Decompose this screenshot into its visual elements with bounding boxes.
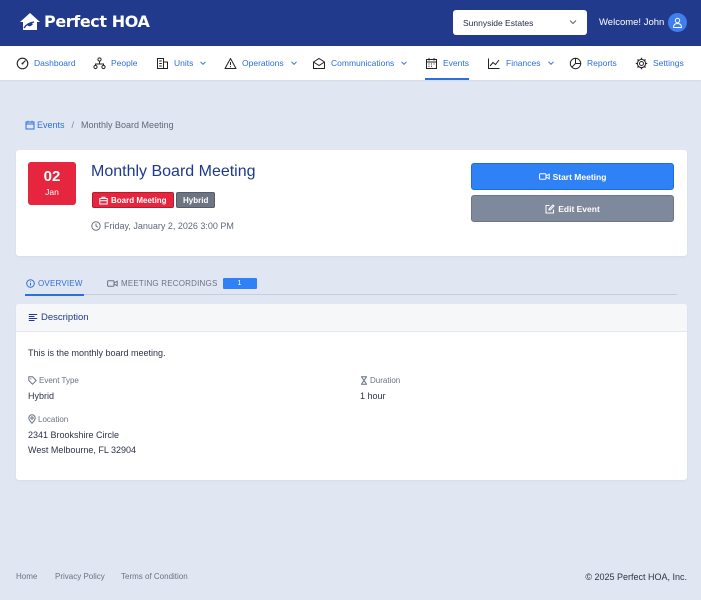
event-date-month: Jan — [45, 187, 59, 197]
welcome-text: Welcome! John — [599, 17, 665, 28]
map-pin-icon — [28, 414, 36, 424]
description-card: Description This is the monthly board me… — [16, 304, 687, 480]
event-type-badge-label: Board Meeting — [111, 195, 167, 205]
event-mode-badge: Hybrid — [176, 192, 216, 208]
chevron-down-icon — [569, 20, 577, 25]
description-text: This is the monthly board meeting. — [28, 348, 166, 358]
breadcrumb-events-link[interactable]: Events — [25, 120, 65, 130]
footer-home-link[interactable]: Home — [16, 572, 37, 581]
breadcrumb: Events / Monthly Board Meeting — [25, 120, 174, 130]
breadcrumb-parent-label: Events — [37, 120, 65, 130]
recordings-count-badge: 1 — [222, 278, 257, 289]
warning-triangle-icon — [224, 57, 237, 69]
house-logo-icon — [20, 13, 40, 30]
event-summary-card: 02 Jan Monthly Board Meeting Board Meeti… — [16, 150, 687, 256]
chevron-down-icon — [290, 61, 297, 66]
nav-finances-label: Finances — [506, 58, 541, 68]
nav-operations-label: Operations — [242, 58, 284, 68]
nav-operations[interactable]: Operations — [224, 46, 298, 80]
chevron-down-icon — [547, 61, 554, 66]
duration-label: Duration — [360, 376, 400, 385]
event-date-badge: 02 Jan — [28, 162, 76, 205]
nav-events[interactable]: Events — [425, 46, 469, 80]
line-chart-icon — [488, 58, 500, 69]
edit-pencil-icon — [545, 203, 555, 213]
nav-settings-label: Settings — [653, 58, 684, 68]
footer-terms-link[interactable]: Terms of Condition — [121, 572, 188, 581]
video-camera-icon — [107, 280, 118, 287]
info-circle-icon — [26, 279, 35, 288]
nav-settings[interactable]: Settings — [635, 46, 684, 80]
tab-meeting-recordings[interactable]: MEETING RECORDINGS 1 — [107, 272, 257, 295]
chevron-down-icon — [401, 61, 408, 66]
edit-event-button[interactable]: Edit Event — [471, 195, 674, 222]
footer-privacy-link[interactable]: Privacy Policy — [55, 572, 105, 581]
nav-communications-label: Communications — [331, 58, 395, 68]
tab-overview[interactable]: OVERVIEW — [25, 272, 84, 296]
video-camera-icon — [538, 173, 550, 180]
calendar-icon — [426, 57, 437, 69]
nav-units-label: Units — [174, 58, 194, 68]
main-nav: Dashboard People Units Operations Commun… — [0, 46, 701, 80]
start-meeting-button[interactable]: Start Meeting — [471, 163, 674, 190]
envelope-icon — [313, 57, 325, 69]
tab-recordings-label: MEETING RECORDINGS — [121, 279, 218, 288]
description-header: Description — [16, 304, 687, 332]
event-title: Monthly Board Meeting — [91, 163, 256, 180]
location-line-1: 2341 Brookshire Circle — [28, 430, 120, 440]
event-type-value: Hybrid — [28, 391, 55, 401]
user-icon — [672, 17, 683, 28]
tab-overview-label: OVERVIEW — [38, 279, 83, 288]
community-select-value: Sunnyside Estates — [463, 17, 534, 28]
breadcrumb-current: Monthly Board Meeting — [81, 120, 174, 130]
event-type-badge: Board Meeting — [92, 192, 174, 208]
edit-event-label: Edit Event — [558, 203, 600, 214]
user-avatar[interactable] — [668, 13, 687, 32]
location-label: Location — [28, 414, 68, 424]
event-datetime: Friday, January 2, 2026 3:00 PM — [91, 221, 234, 231]
tag-icon — [28, 376, 37, 385]
breadcrumb-separator: / — [71, 120, 75, 130]
briefcase-icon — [99, 196, 108, 204]
nav-people[interactable]: People — [93, 46, 137, 80]
brand-name: Perfect HOA — [44, 12, 150, 31]
location-label-text: Location — [38, 414, 69, 424]
nav-communications[interactable]: Communications — [312, 46, 408, 80]
event-datetime-text: Friday, January 2, 2026 3:00 PM — [104, 221, 234, 231]
nav-finances[interactable]: Finances — [487, 46, 555, 80]
footer-copyright: © 2025 Perfect HOA, Inc. — [585, 572, 687, 582]
location-line-2: West Melbourne, FL 32904 — [28, 445, 137, 455]
nav-units[interactable]: Units — [156, 46, 207, 80]
clock-icon — [91, 221, 101, 231]
hourglass-icon — [361, 376, 367, 385]
description-heading: Description — [41, 312, 89, 323]
people-network-icon — [93, 56, 106, 69]
brand-logo[interactable]: Perfect HOA — [19, 12, 150, 31]
nav-reports[interactable]: Reports — [569, 46, 617, 80]
event-date-day: 02 — [43, 168, 61, 185]
event-mode-badge-label: Hybrid — [183, 195, 209, 205]
nav-people-label: People — [111, 58, 138, 68]
event-tabs: OVERVIEW MEETING RECORDINGS 1 — [25, 272, 677, 296]
duration-value: 1 hour — [360, 391, 386, 401]
calendar-icon — [25, 120, 35, 130]
gear-icon — [635, 57, 648, 69]
pie-chart-icon — [569, 57, 582, 69]
nav-dashboard-label: Dashboard — [34, 58, 76, 68]
building-icon — [157, 57, 168, 69]
top-header: Perfect HOA Sunnyside Estates Welcome! J… — [0, 0, 701, 46]
event-type-label-text: Event Type — [39, 376, 79, 385]
dashboard-gauge-icon — [16, 57, 29, 69]
community-select[interactable]: Sunnyside Estates — [453, 10, 587, 35]
nav-events-label: Events — [443, 58, 469, 68]
nav-dashboard[interactable]: Dashboard — [16, 46, 76, 80]
chevron-down-icon — [200, 61, 207, 66]
nav-reports-label: Reports — [587, 58, 617, 68]
start-meeting-label: Start Meeting — [552, 171, 607, 182]
duration-label-text: Duration — [370, 376, 401, 385]
event-type-label: Event Type — [28, 376, 79, 385]
align-left-icon — [28, 314, 38, 321]
